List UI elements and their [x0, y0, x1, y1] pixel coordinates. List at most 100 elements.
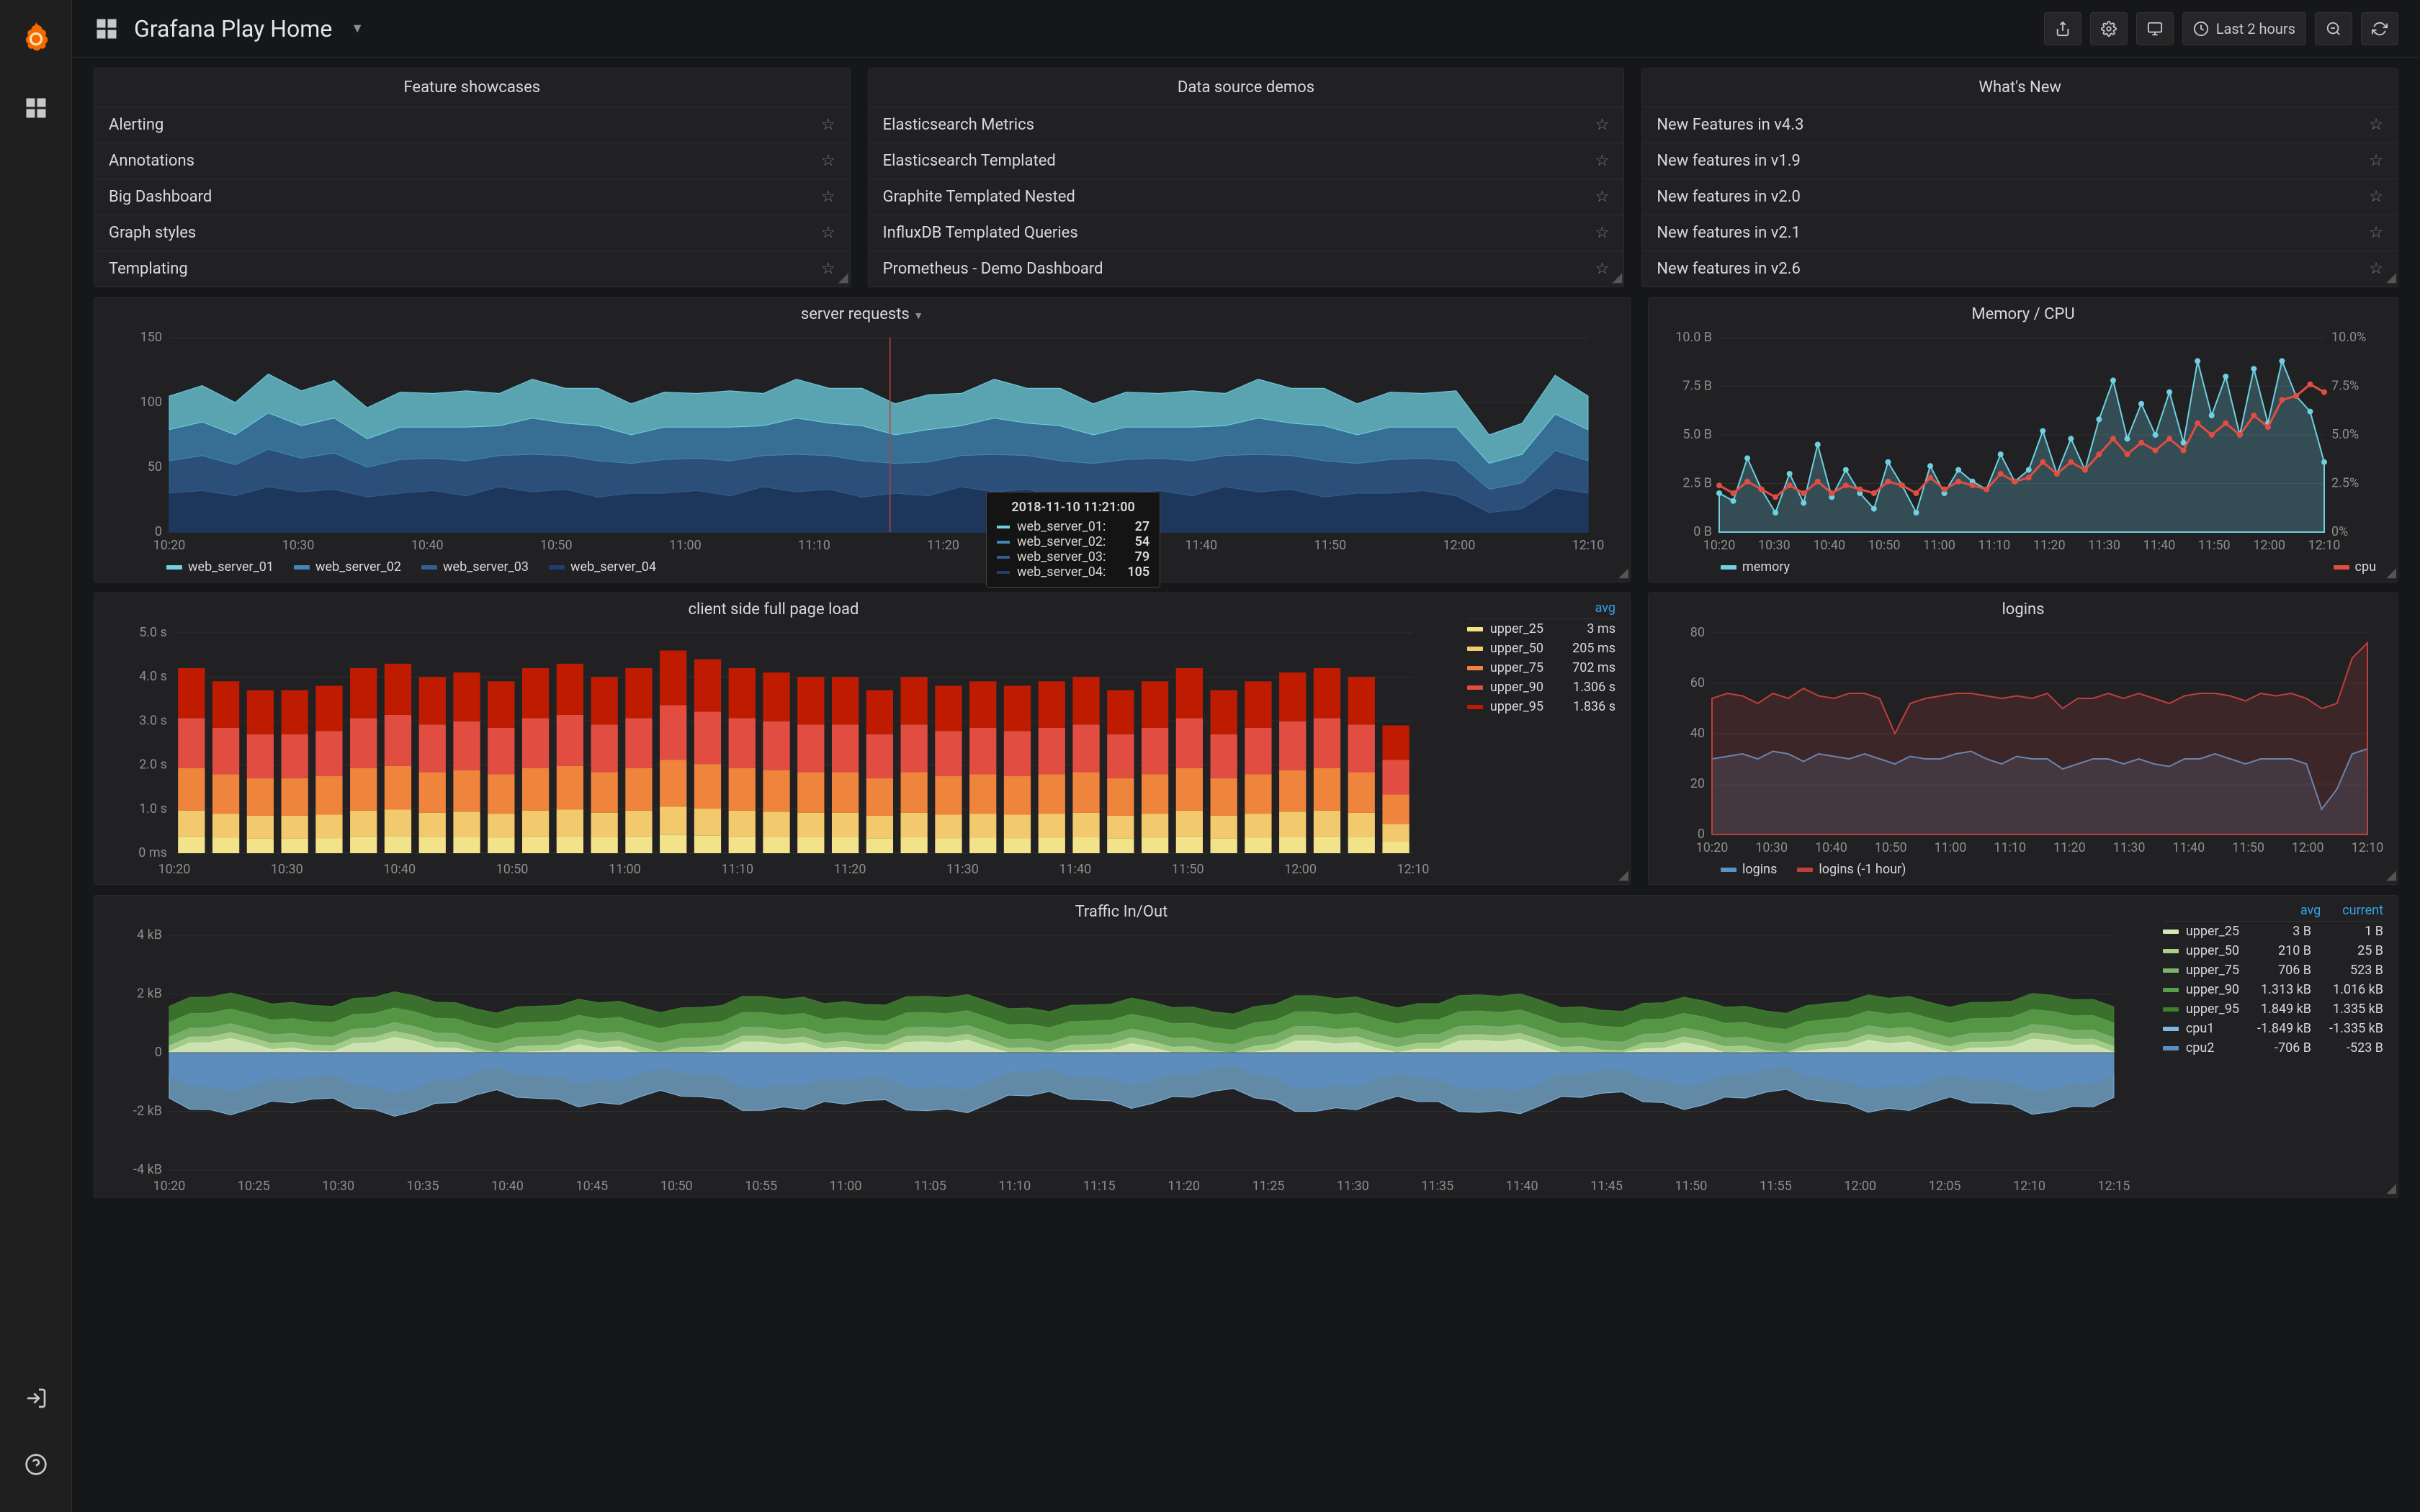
list-item[interactable]: New features in v2.1☆ [1642, 215, 2398, 251]
panel-logins: logins 02040608010:2010:3010:4010:5011:0… [1648, 593, 2398, 885]
resize-handle-icon[interactable]: ◢ [2386, 868, 2396, 883]
svg-text:10:25: 10:25 [238, 1179, 270, 1194]
svg-text:10.0%: 10.0% [2331, 330, 2366, 345]
panel-title: Data source demos [869, 68, 1624, 107]
svg-text:10:55: 10:55 [745, 1179, 777, 1194]
panel-traffic: Traffic In/Out -4 kB-2 kB02 kB4 kB10:201… [94, 895, 2398, 1198]
star-icon[interactable]: ☆ [2369, 224, 2383, 242]
star-icon[interactable]: ☆ [821, 260, 835, 278]
legend-item[interactable]: upper_75706 B523 B [2163, 960, 2383, 980]
svg-text:10:40: 10:40 [383, 862, 416, 877]
svg-text:7.5 B: 7.5 B [1682, 379, 1712, 394]
resize-handle-icon[interactable]: ◢ [2386, 565, 2396, 580]
resize-handle-icon[interactable]: ◢ [1618, 565, 1628, 580]
chevron-down-icon[interactable]: ▼ [913, 310, 923, 322]
list-item[interactable]: Graph styles☆ [94, 215, 850, 251]
chevron-down-icon[interactable]: ▼ [351, 21, 364, 36]
list-item[interactable]: Elasticsearch Templated☆ [869, 143, 1624, 179]
memory-cpu-chart[interactable]: 0 B2.5 B5.0 B7.5 B10.0 B0%2.5%5.0%7.5%10… [1659, 330, 2385, 554]
svg-text:11:50: 11:50 [1675, 1179, 1708, 1194]
panel-title: What's New [1642, 68, 2398, 107]
legend-item[interactable]: cpu2-706 B-523 B [2163, 1038, 2383, 1058]
page-load-chart[interactable]: 0 ms1.0 s2.0 s3.0 s4.0 s5.0 s10:2010:301… [104, 626, 1440, 878]
legend-item[interactable]: upper_901.313 kB1.016 kB [2163, 980, 2383, 999]
zoom-out-button[interactable] [2315, 12, 2352, 45]
list-item[interactable]: InfluxDB Templated Queries☆ [869, 215, 1624, 251]
legend-item[interactable]: upper_50205 ms [1467, 639, 1615, 658]
list-item[interactable]: Annotations☆ [94, 143, 850, 179]
list-item[interactable]: Templating☆ [94, 251, 850, 287]
star-icon[interactable]: ☆ [1595, 224, 1610, 242]
panel-title: Memory / CPU [1649, 298, 2398, 328]
star-icon[interactable]: ☆ [2369, 152, 2383, 170]
legend-item[interactable]: web_server_02 [294, 559, 401, 575]
legend-item[interactable]: logins [1721, 862, 1777, 877]
list-item[interactable]: Elasticsearch Metrics☆ [869, 107, 1624, 143]
refresh-button[interactable] [2361, 12, 2398, 45]
tv-mode-button[interactable] [2136, 12, 2174, 45]
star-icon[interactable]: ☆ [2369, 188, 2383, 206]
logins-chart[interactable]: 02040608010:2010:3010:4010:5011:0011:101… [1659, 626, 2385, 856]
star-icon[interactable]: ☆ [2369, 116, 2383, 134]
help-icon[interactable] [14, 1443, 58, 1486]
resize-handle-icon[interactable]: ◢ [1613, 270, 1623, 285]
legend-item[interactable]: cpu [2334, 559, 2376, 575]
svg-text:11:15: 11:15 [1083, 1179, 1116, 1194]
server-requests-chart[interactable]: 05010015010:2010:3010:4010:5011:0011:101… [104, 330, 1617, 554]
star-icon[interactable]: ☆ [821, 188, 835, 206]
share-button[interactable] [2044, 12, 2081, 45]
star-icon[interactable]: ☆ [821, 152, 835, 170]
legend-item[interactable]: cpu1-1.849 kB-1.335 kB [2163, 1019, 2383, 1038]
list-item[interactable]: Graphite Templated Nested☆ [869, 179, 1624, 215]
svg-text:5.0 B: 5.0 B [1682, 427, 1712, 442]
svg-text:10:50: 10:50 [1875, 840, 1907, 855]
list-item[interactable]: Alerting☆ [94, 107, 850, 143]
list-item[interactable]: New features in v2.6☆ [1642, 251, 2398, 287]
resize-handle-icon[interactable]: ◢ [838, 270, 848, 285]
star-icon[interactable]: ☆ [821, 116, 835, 134]
legend-item[interactable]: upper_75702 ms [1467, 658, 1615, 678]
legend-item[interactable]: memory [1721, 559, 1790, 575]
svg-text:20: 20 [1690, 776, 1705, 791]
signin-icon[interactable] [14, 1377, 58, 1420]
legend-item[interactable]: upper_951.849 kB1.335 kB [2163, 999, 2383, 1019]
legend-item[interactable]: upper_50210 B25 B [2163, 941, 2383, 960]
list-item[interactable]: Prometheus - Demo Dashboard☆ [869, 251, 1624, 287]
legend-item[interactable]: logins (-1 hour) [1797, 862, 1906, 877]
svg-text:12:00: 12:00 [1443, 538, 1475, 553]
panel-title: client side full page load [94, 593, 1453, 623]
list-item[interactable]: Big Dashboard☆ [94, 179, 850, 215]
svg-text:10:20: 10:20 [153, 1179, 186, 1194]
legend-item[interactable]: upper_253 ms [1467, 619, 1615, 639]
legend-item[interactable]: web_server_04 [549, 559, 656, 575]
star-icon[interactable]: ☆ [2369, 260, 2383, 278]
star-icon[interactable]: ☆ [821, 224, 835, 242]
panel-memory-cpu: Memory / CPU 0 B2.5 B5.0 B7.5 B10.0 B0%2… [1648, 297, 2398, 582]
star-icon[interactable]: ☆ [1595, 116, 1610, 134]
svg-text:11:20: 11:20 [834, 862, 866, 877]
resize-handle-icon[interactable]: ◢ [2386, 1181, 2396, 1196]
dashboard-title[interactable]: Grafana Play Home [134, 15, 332, 42]
svg-text:10:50: 10:50 [496, 862, 529, 877]
time-range-button[interactable]: Last 2 hours [2182, 12, 2306, 45]
list-item[interactable]: New Features in v4.3☆ [1642, 107, 2398, 143]
legend-item[interactable]: upper_901.306 s [1467, 678, 1615, 697]
legend-item[interactable]: web_server_03 [421, 559, 529, 575]
legend-item[interactable]: upper_951.836 s [1467, 697, 1615, 716]
dashboard-list-icon[interactable] [94, 16, 120, 42]
resize-handle-icon[interactable]: ◢ [2386, 270, 2396, 285]
star-icon[interactable]: ☆ [1595, 188, 1610, 206]
star-icon[interactable]: ☆ [1595, 260, 1610, 278]
svg-text:10.0 B: 10.0 B [1675, 330, 1712, 345]
legend-item[interactable]: web_server_01 [166, 559, 274, 575]
svg-text:11:35: 11:35 [1421, 1179, 1453, 1194]
resize-handle-icon[interactable]: ◢ [1618, 868, 1628, 883]
traffic-chart[interactable]: -4 kB-2 kB02 kB4 kB10:2010:2510:3010:351… [104, 928, 2136, 1194]
dashboards-nav-icon[interactable] [14, 86, 58, 130]
list-item[interactable]: New features in v1.9☆ [1642, 143, 2398, 179]
settings-button[interactable] [2090, 12, 2128, 45]
list-item[interactable]: New features in v2.0☆ [1642, 179, 2398, 215]
legend-item[interactable]: upper_253 B1 B [2163, 922, 2383, 941]
star-icon[interactable]: ☆ [1595, 152, 1610, 170]
grafana-logo[interactable] [13, 14, 59, 60]
